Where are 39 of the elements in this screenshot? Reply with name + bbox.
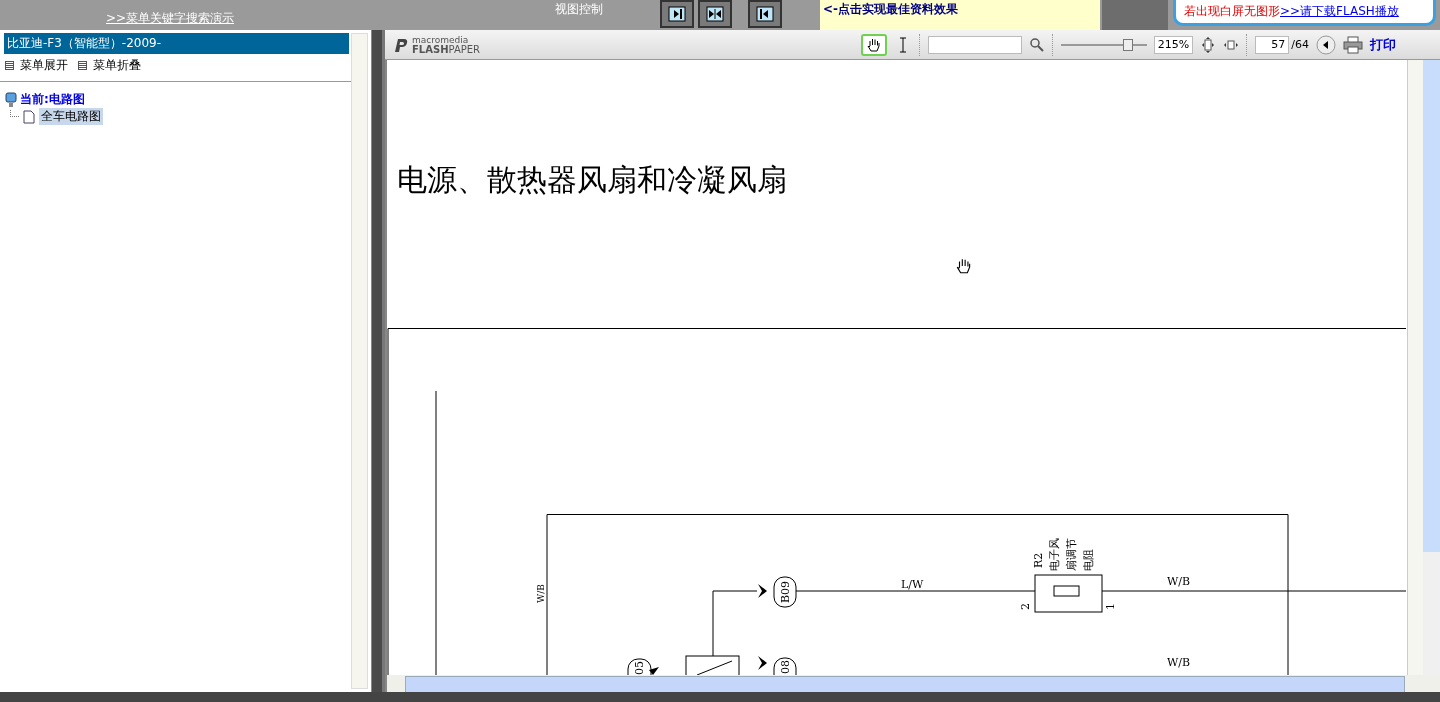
flashpaper-logo: macromedia FLASHPAPER bbox=[393, 35, 481, 54]
computer-icon bbox=[4, 91, 18, 108]
menu-action[interactable]: 菜单展开 bbox=[20, 57, 68, 74]
view-layout-button[interactable] bbox=[660, 0, 694, 28]
sidebar-scrollbar[interactable] bbox=[351, 33, 368, 689]
logo-mark-icon bbox=[393, 36, 409, 53]
tree-node[interactable]: 当前:电路图 bbox=[20, 91, 85, 108]
hand-tool-button[interactable] bbox=[860, 33, 887, 56]
menu-action[interactable]: 菜单折叠 bbox=[93, 57, 141, 74]
document-icon bbox=[23, 109, 35, 124]
page-total: /64 bbox=[1291, 38, 1309, 51]
download-link[interactable]: >>请下载FLASH播放 bbox=[1280, 3, 1399, 20]
list-icon bbox=[5, 61, 14, 70]
view-control-label: 视图控制 bbox=[554, 1, 604, 18]
wiring-diagram-drawing: W/B B09 L/W R2 电子风 扇调节 电阻 2 1 W/B W/B 08 05 bbox=[387, 328, 1406, 675]
view-layout-button[interactable] bbox=[698, 0, 732, 28]
search-icon[interactable] bbox=[1028, 36, 1045, 53]
page-title: 电源、散热器风扇和冷凝风扇 bbox=[396, 161, 788, 199]
print-button[interactable]: 打印 bbox=[1370, 35, 1396, 54]
page-scrollbar[interactable] bbox=[1407, 60, 1423, 675]
zoom-field[interactable]: 215% bbox=[1153, 35, 1194, 54]
cartoon-placeholder bbox=[1102, 0, 1168, 30]
sidebar-title[interactable]: 比亚迪-F3（智能型）-2009- bbox=[4, 33, 349, 54]
warning-text: 若出现白屏无图形 bbox=[1184, 3, 1280, 20]
zoom-slider[interactable] bbox=[1060, 36, 1147, 53]
search-field[interactable] bbox=[927, 35, 1022, 54]
printer-icon[interactable] bbox=[1343, 35, 1363, 54]
viewer-scrollbar[interactable] bbox=[1423, 60, 1440, 675]
list-icon bbox=[78, 61, 87, 70]
view-layout-button[interactable] bbox=[748, 0, 782, 28]
hand-icon bbox=[865, 36, 882, 53]
tree-leaf[interactable]: 全车电路图 bbox=[39, 108, 103, 125]
hand-cursor-icon bbox=[955, 257, 973, 275]
text-cursor-icon bbox=[897, 36, 908, 53]
previous-page-button[interactable] bbox=[1316, 34, 1336, 55]
horizontal-scrollbar[interactable] bbox=[385, 675, 1440, 692]
fit-height-icon[interactable] bbox=[1200, 36, 1217, 53]
page-field[interactable]: 57 bbox=[1255, 35, 1290, 54]
hint-text: <-点击实现最佳资料效果 bbox=[823, 2, 959, 16]
